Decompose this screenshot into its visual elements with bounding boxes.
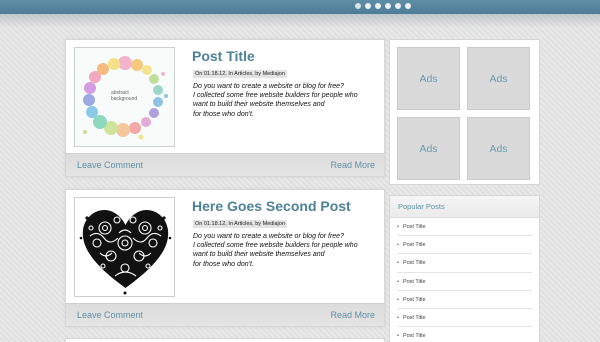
excerpt-line: want to build their website themselves a… [193, 101, 325, 109]
leave-comment-link[interactable]: Leave Comment [77, 160, 143, 170]
ornamental-heart-image [79, 210, 172, 295]
abstract-circles-image: abstract background [75, 48, 174, 146]
excerpt-line: Do you want to create a website or blog … [193, 233, 344, 240]
excerpt-line: want to build their website themselves a… [193, 251, 325, 259]
ad-slot[interactable]: Ads [397, 47, 460, 110]
top-banner [0, 0, 600, 14]
ad-slot[interactable]: Ads [467, 47, 530, 110]
popular-posts-widget: Popular Posts Post Title Post Title Post… [389, 195, 540, 342]
slider-dot[interactable] [355, 3, 361, 9]
read-more-link[interactable]: Read More [330, 310, 375, 320]
post-thumbnail-abstract[interactable]: abstract background [74, 47, 175, 147]
post-card: Here Goes Second Post On 01.18.12, In Ar… [65, 189, 385, 327]
post-excerpt: Do you want to create a website or blog … [193, 232, 378, 269]
thumb-caption: background [111, 96, 137, 102]
ads-widget: Ads Ads Ads Ads [389, 39, 540, 185]
post-title[interactable]: Post Title [192, 48, 255, 64]
post-thumbnail-heart[interactable] [74, 197, 175, 297]
popular-posts-list: Post Title Post Title Post Title Post Ti… [390, 218, 539, 342]
post-title[interactable]: Here Goes Second Post [192, 198, 351, 214]
popular-post-link[interactable]: Post Title [397, 254, 532, 273]
popular-post-link[interactable]: Post Title [397, 236, 532, 255]
post-meta: On 01.18.12, In Articles, by Mediajon [193, 70, 287, 78]
slider-dot[interactable] [365, 3, 371, 9]
post-excerpt: Do you want to create a website or blog … [193, 82, 378, 119]
banner-shadow [0, 14, 600, 28]
excerpt-line: I collected some free website builders f… [193, 242, 358, 250]
excerpt-line: for those who don't. [193, 110, 254, 118]
ad-slot[interactable]: Ads [467, 117, 530, 180]
slider-dot[interactable] [385, 3, 391, 9]
popular-post-link[interactable]: Post Title [397, 291, 532, 309]
post-footer: Leave Comment Read More [66, 153, 384, 176]
post-footer: Leave Comment Read More [66, 303, 384, 326]
popular-post-link[interactable]: Post Title [397, 327, 532, 342]
popular-posts-heading: Popular Posts [390, 196, 539, 218]
popular-post-link[interactable]: Post Title [397, 273, 532, 291]
popular-post-link[interactable]: Post Title [397, 218, 532, 237]
excerpt-line: for those who don't. [193, 260, 254, 268]
ad-slot[interactable]: Ads [397, 117, 460, 180]
slider-dot[interactable] [375, 3, 381, 9]
popular-post-link[interactable]: Post Title [397, 309, 532, 328]
leave-comment-link[interactable]: Leave Comment [77, 310, 143, 320]
excerpt-line: Do you want to create a website or blog … [193, 83, 344, 90]
read-more-link[interactable]: Read More [330, 160, 375, 170]
slider-dots [355, 3, 411, 9]
slider-dot[interactable] [405, 3, 411, 9]
post-card: abstract background Post Title On 01.18.… [65, 39, 385, 177]
post-meta: On 01.18.12, In Articles, by Mediajon [193, 220, 287, 228]
post-card [65, 338, 385, 342]
slider-dot[interactable] [395, 3, 401, 9]
excerpt-line: I collected some free website builders f… [193, 92, 358, 100]
